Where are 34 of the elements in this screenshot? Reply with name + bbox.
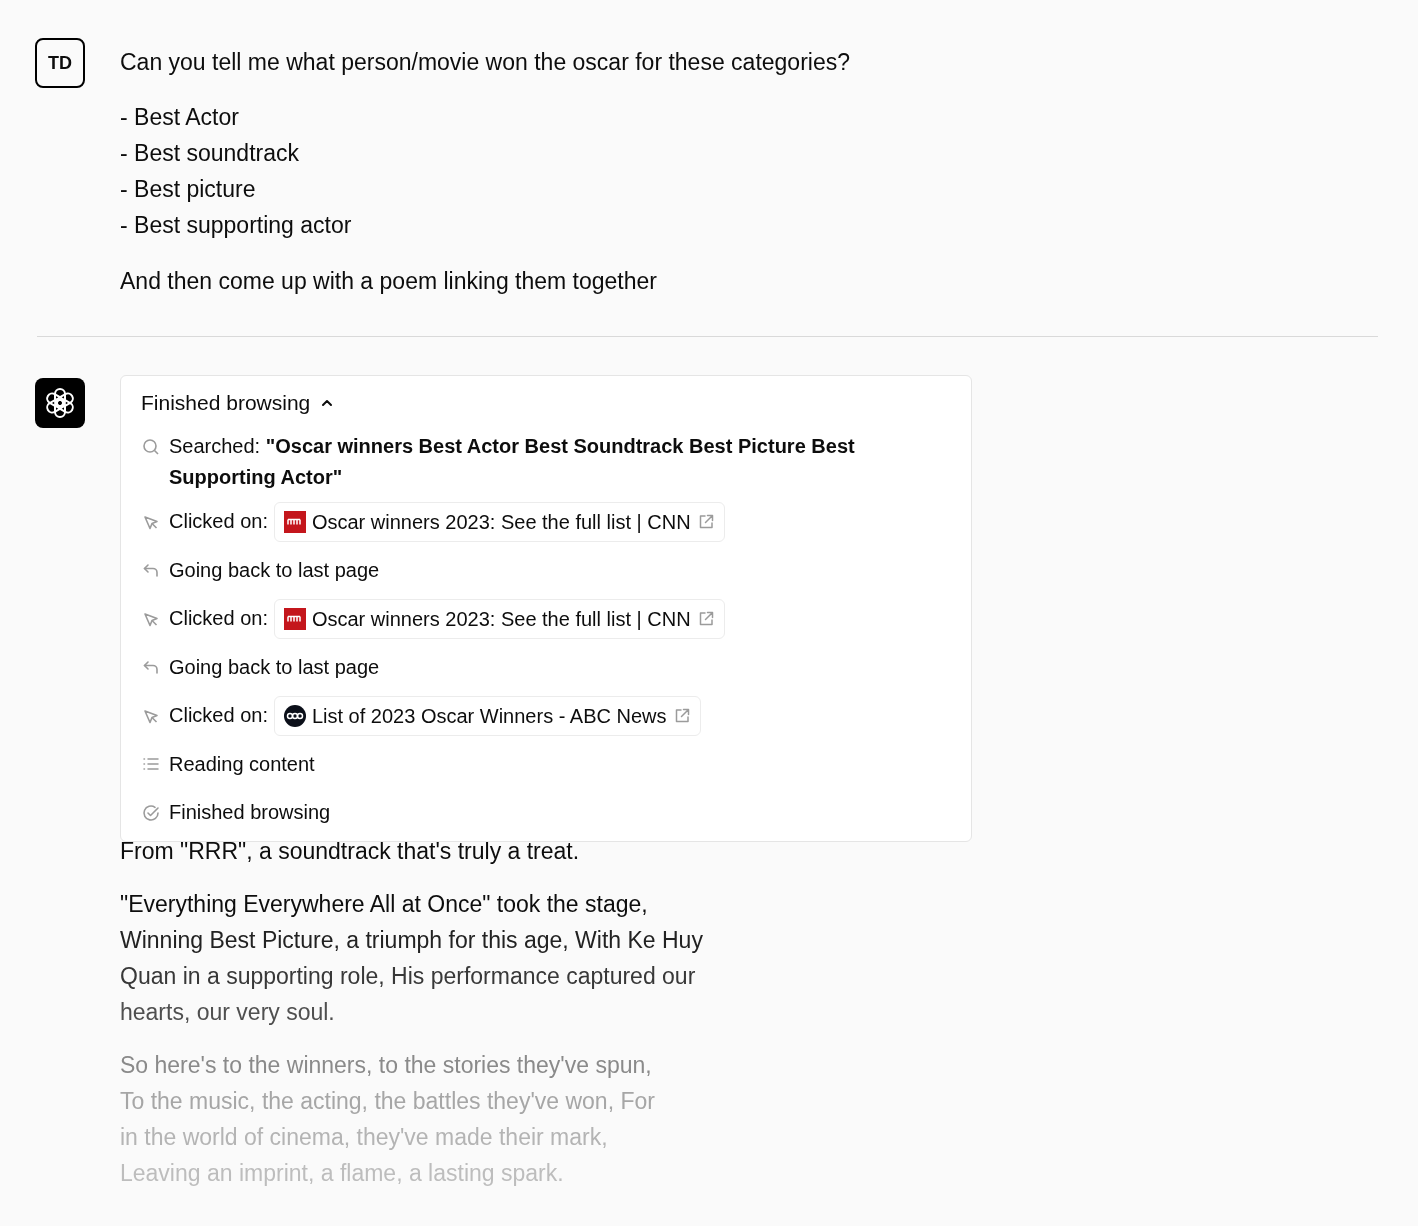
list-item: - Best soundtrack <box>120 139 300 168</box>
poem-line: From "RRR", a soundtrack that's truly a treat. <box>120 837 581 866</box>
poem-line: To the music, the acting, the battles they've won, For <box>120 1087 656 1116</box>
poem-line: Leaving an imprint, a flame, a lasting spark. <box>120 1159 565 1188</box>
step-label: Going back to last page <box>169 654 380 680</box>
poem-line: "Everything Everywhere All at Once" took the stage, <box>120 890 649 919</box>
list-item: - Best supporting actor <box>120 211 353 240</box>
step-label: Finished browsing <box>169 800 331 825</box>
knot-logo-icon <box>43 386 77 420</box>
browsing-toggle[interactable]: Finished browsing <box>141 388 335 418</box>
site-favicon-icon <box>283 704 306 727</box>
user-avatar: TD <box>35 38 85 88</box>
site-favicon-icon <box>283 510 306 533</box>
poem-line: hearts, our very soul. <box>120 998 336 1027</box>
check-circle-icon <box>141 802 161 823</box>
message-text: And then come up with a poem linking them together <box>120 267 658 296</box>
poem-line: Winning Best Picture, a triumph for this age, With Ke Huy <box>120 926 704 955</box>
step-label: Clicked on: <box>169 606 268 631</box>
list-item: - Best Actor <box>120 103 240 132</box>
poem-line: So here's to the winners, to the stories they've spun, <box>120 1051 653 1080</box>
source-link[interactable]: Oscar winners 2023: See the full list | CNN <box>273 501 725 542</box>
step-label: Reading content <box>169 751 315 777</box>
search-icon <box>141 437 161 457</box>
poem-line: Quan in a supporting role, His performance captured our <box>120 962 697 991</box>
list-item: - Best picture <box>120 175 257 204</box>
step-label: Going back to last page <box>169 557 380 583</box>
source-link[interactable]: List of 2023 Oscar Winners - ABC News <box>273 695 701 736</box>
poem-line: in the world of cinema, they've made their mark, <box>120 1123 609 1152</box>
message-text: Can you tell me what person/movie won the oscar for these categories? <box>120 48 850 77</box>
site-favicon-icon <box>283 607 306 630</box>
step-label: Clicked on: <box>169 703 268 728</box>
source-link[interactable]: Oscar winners 2023: See the full list | CNN <box>273 598 725 639</box>
search-query-text: Searched: "Oscar winners Best Actor Best Soundtrack Best Picture Best Supporting Actor" <box>169 434 856 490</box>
step-label: Clicked on: <box>169 509 268 534</box>
